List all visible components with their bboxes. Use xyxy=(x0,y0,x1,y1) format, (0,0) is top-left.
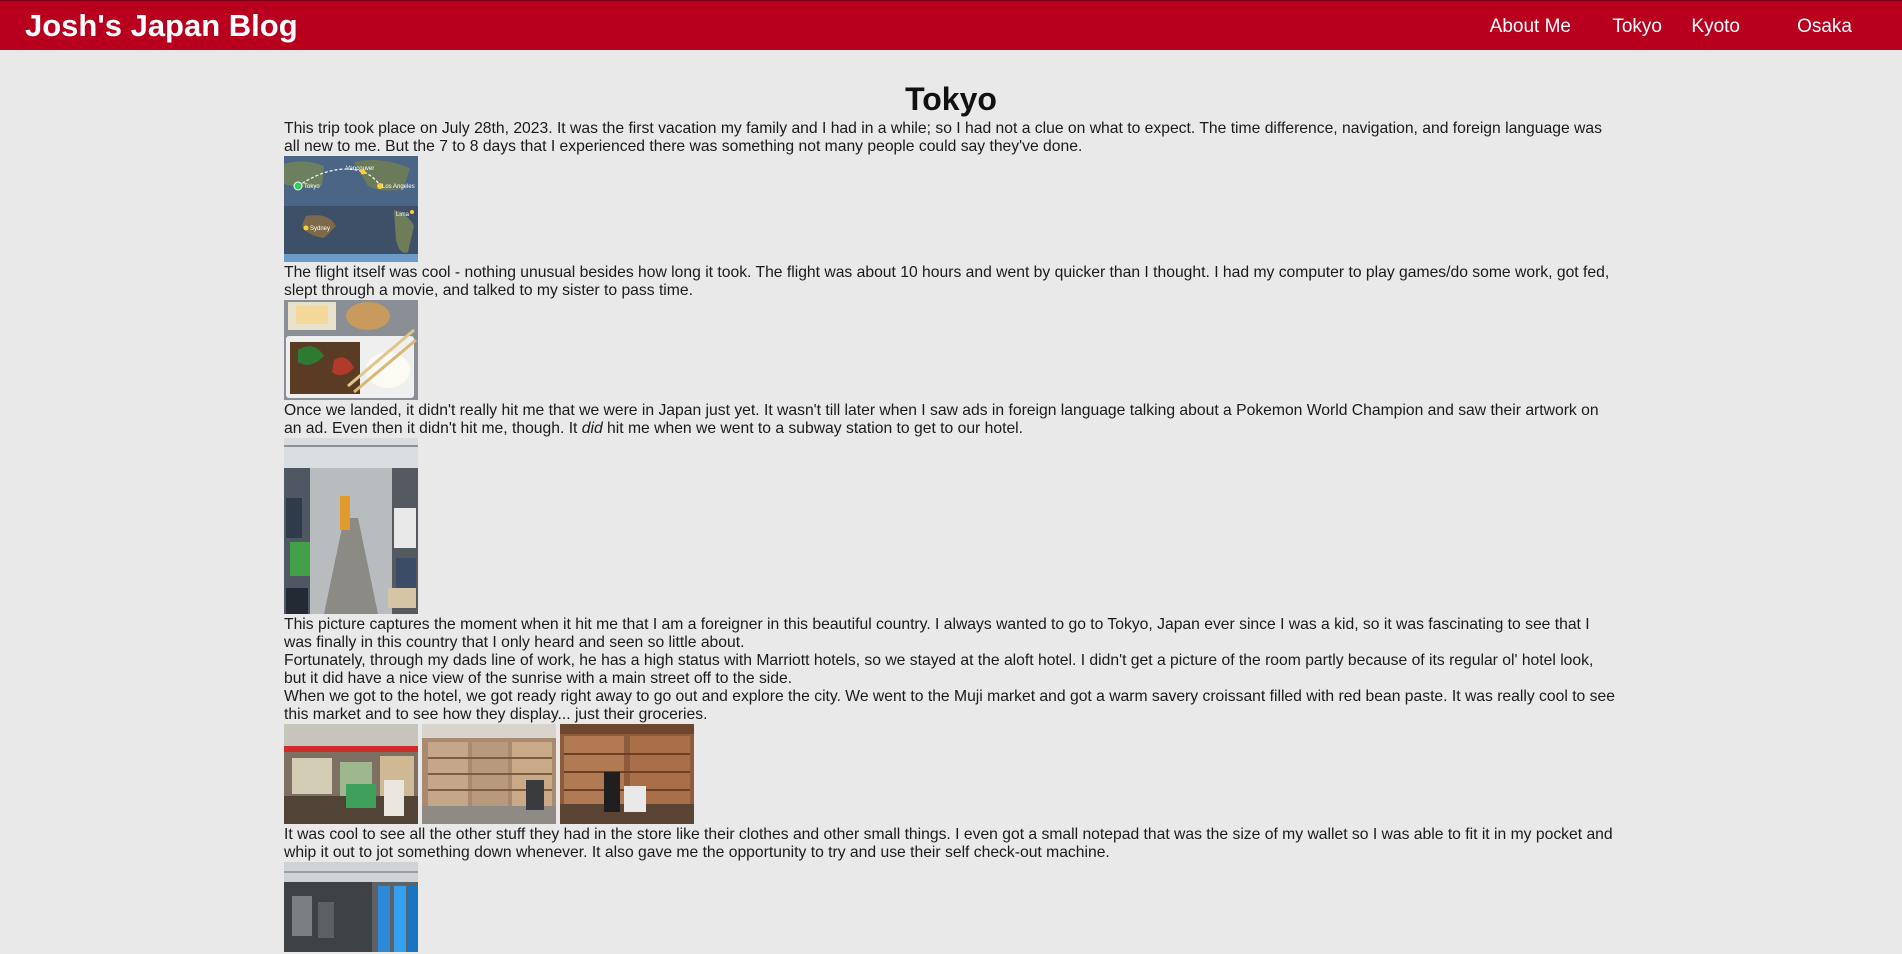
site-title[interactable]: Josh's Japan Blog xyxy=(25,7,298,45)
paragraph-notepad: It was cool to see all the other stuff t… xyxy=(284,826,1613,861)
map-label: Sydney xyxy=(310,226,330,232)
nav-tokyo[interactable]: Tokyo xyxy=(1612,15,1662,39)
nav-about-me[interactable]: About Me xyxy=(1490,15,1571,39)
map-label: Tokyo xyxy=(304,184,320,190)
muji-market-photo-2 xyxy=(422,724,556,824)
paragraph-landing: Once we landed, it didn't really hit me … xyxy=(284,402,1618,438)
paragraph-landing-emphasis: did xyxy=(581,420,603,437)
site-header: Josh's Japan Blog About Me Tokyo Kyoto O… xyxy=(0,0,1902,50)
subway-train-photo xyxy=(284,438,418,614)
blog-content: Tokyo This trip took place on July 28th,… xyxy=(284,78,1618,952)
map-label: Los Angeles xyxy=(382,184,415,190)
paragraph-foreigner: This picture captures the moment when it… xyxy=(284,616,1590,651)
paragraph-landing-after: hit me when we went to a subway station … xyxy=(602,420,1024,437)
muji-photo-row xyxy=(284,724,1618,824)
nav-kyoto[interactable]: Kyoto xyxy=(1691,15,1740,39)
map-label: Lima xyxy=(396,212,410,218)
map-label: Vancouver xyxy=(346,166,374,172)
nav-osaka[interactable]: Osaka xyxy=(1797,15,1852,39)
flight-map-photo: Tokyo Vancouver Los Angeles Sydney Lima xyxy=(284,156,418,262)
muji-market-photo-3 xyxy=(560,724,694,824)
paragraph-hotel: Fortunately, through my dads line of wor… xyxy=(284,652,1594,687)
paragraph-muji: When we got to the hotel, we got ready r… xyxy=(284,688,1615,723)
paragraph-intro: This trip took place on July 28th, 2023.… xyxy=(284,120,1602,155)
paragraph-flight: The flight itself was cool - nothing unu… xyxy=(284,264,1610,299)
airplane-meal-photo xyxy=(284,300,418,400)
muji-market-photo-1 xyxy=(284,724,418,824)
self-checkout-photo xyxy=(284,862,418,952)
page-title: Tokyo xyxy=(905,81,997,117)
